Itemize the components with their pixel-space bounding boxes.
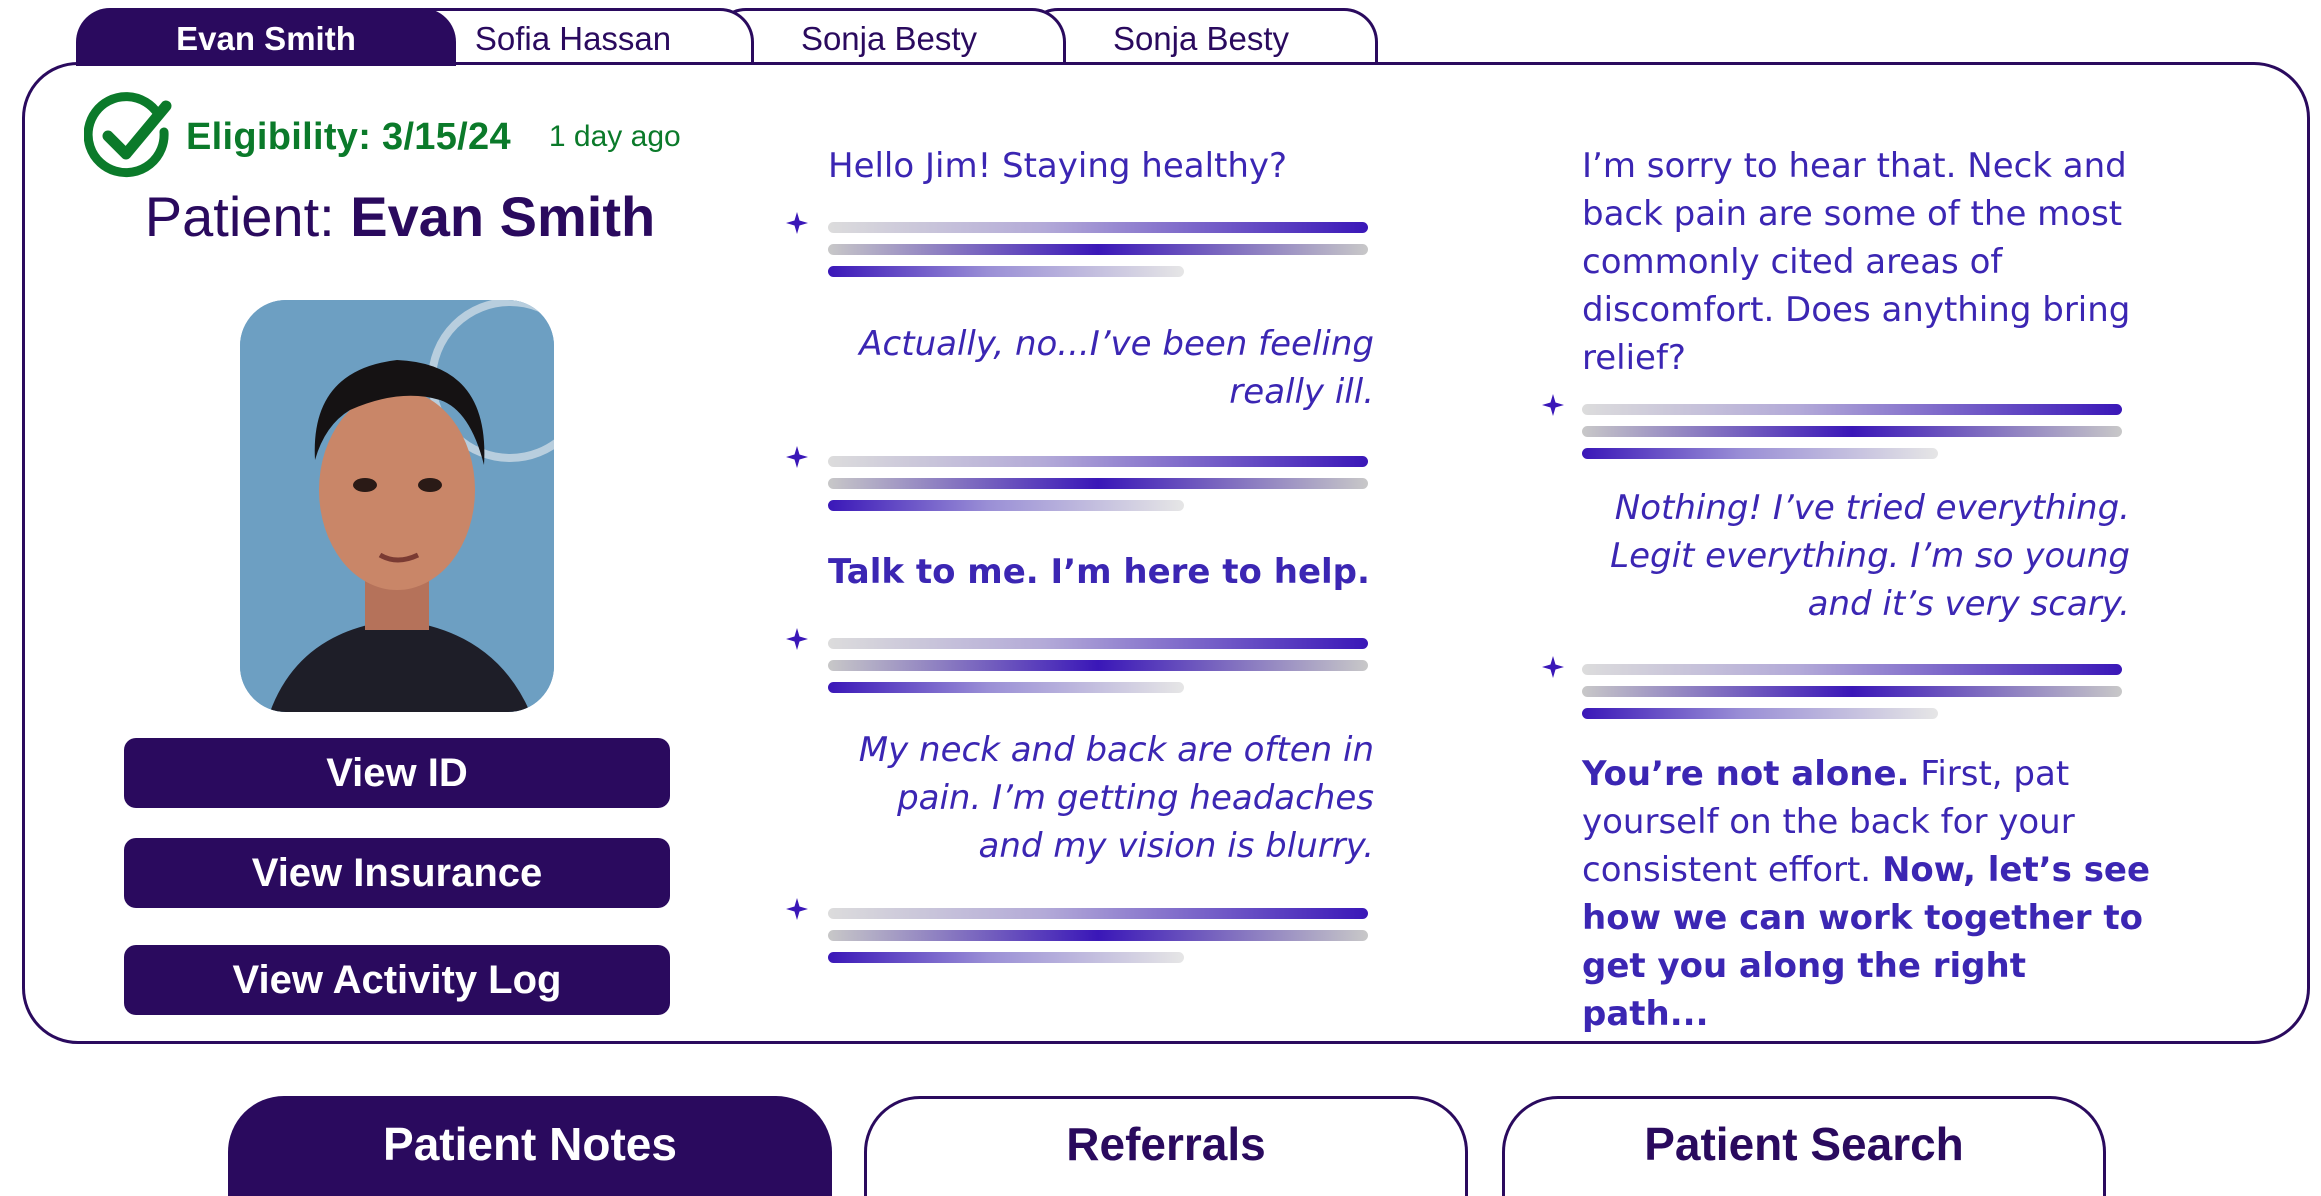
patient-heading: Patient: Evan Smith xyxy=(80,184,720,249)
typing-bar xyxy=(1582,404,2122,415)
sparkle-icon xyxy=(786,212,808,234)
typing-bar xyxy=(828,660,1368,671)
typing-bar xyxy=(828,930,1368,941)
typing-bar xyxy=(828,500,1184,511)
view-insurance-button[interactable]: View Insurance xyxy=(124,838,670,908)
chat-message-patient: Actually, no...I’ve been feeling really … xyxy=(859,324,1374,412)
typing-bar xyxy=(828,222,1368,233)
view-activity-log-button[interactable]: View Activity Log xyxy=(124,945,670,1015)
check-circle-icon xyxy=(84,92,172,178)
typing-bar xyxy=(828,908,1368,919)
view-id-button[interactable]: View ID xyxy=(124,738,670,808)
tab-label: Evan Smith xyxy=(176,19,356,57)
typing-bar xyxy=(828,456,1368,467)
tab-label: Sonja Besty xyxy=(1112,19,1290,57)
patient-name: Evan Smith xyxy=(350,185,656,248)
typing-bar xyxy=(828,478,1368,489)
typing-bar xyxy=(828,638,1368,649)
typing-bar xyxy=(828,952,1184,963)
eligibility-date: Eligibility: 3/15/24 xyxy=(186,115,511,158)
chat-message-provider: Talk to me. I’m here to help. xyxy=(828,552,1370,592)
message-emphasis: You’re not alone. xyxy=(1582,754,1910,794)
sparkle-icon xyxy=(786,628,808,650)
typing-bar xyxy=(1582,448,1938,459)
chat-message-provider: Hello Jim! Staying healthy? xyxy=(828,146,1288,186)
sparkle-icon xyxy=(1542,394,1564,416)
typing-bar xyxy=(828,682,1184,693)
tab-sonja-besty-1[interactable]: Sonja Besty xyxy=(712,8,1066,66)
typing-bar xyxy=(1582,426,2122,437)
patient-search-button[interactable]: Patient Search xyxy=(1502,1096,2106,1196)
typing-bar xyxy=(1582,686,2122,697)
tab-sonja-besty-2[interactable]: Sonja Besty xyxy=(1024,8,1378,66)
typing-bar xyxy=(828,244,1368,255)
id-photo-icon xyxy=(240,300,554,712)
typing-bar xyxy=(828,266,1184,277)
eligibility-age: 1 day ago xyxy=(548,120,681,153)
sparkle-icon xyxy=(786,446,808,468)
sparkle-icon xyxy=(786,898,808,920)
chat-message-patient: My neck and back are often in pain. I’m … xyxy=(858,730,1374,866)
referrals-button[interactable]: Referrals xyxy=(864,1096,1468,1196)
patient-notes-button[interactable]: Patient Notes xyxy=(228,1096,832,1196)
sparkle-icon xyxy=(1542,656,1564,678)
typing-bar xyxy=(1582,664,2122,675)
patient-id-photo xyxy=(240,300,554,712)
tab-evan-smith[interactable]: Evan Smith xyxy=(76,8,456,66)
chat-message-provider: You’re not alone. First, pat yourself on… xyxy=(1582,750,2162,1038)
patient-prefix: Patient: xyxy=(144,185,351,248)
eligibility-status: Eligibility: 3/15/24 1 day ago xyxy=(84,92,681,182)
chat-message-provider: I’m sorry to hear that. Neck and back pa… xyxy=(1582,146,2131,378)
tab-label: Sonja Besty xyxy=(800,19,978,57)
tab-label: Sofia Hassan xyxy=(474,19,672,57)
typing-bar xyxy=(1582,708,1938,719)
chat-message-patient: Nothing! I’ve tried everything. Legit ev… xyxy=(1610,488,2130,624)
